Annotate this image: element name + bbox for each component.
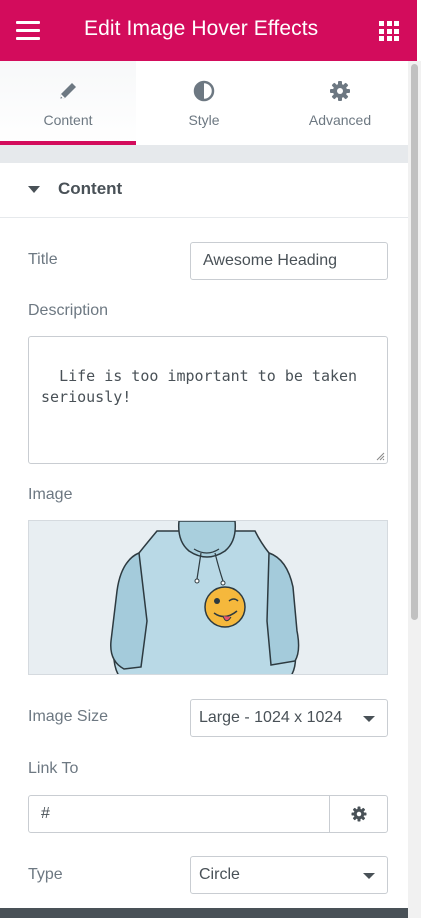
tab-label: Content bbox=[43, 112, 93, 128]
link-options-button[interactable] bbox=[329, 795, 388, 833]
grid-icon[interactable] bbox=[379, 21, 399, 41]
tab-label: Style bbox=[188, 112, 220, 128]
image-preview[interactable] bbox=[28, 520, 388, 675]
scrollbar[interactable] bbox=[408, 61, 421, 918]
chevron-down-icon bbox=[363, 873, 375, 879]
section-title: Content bbox=[58, 179, 123, 198]
resize-grip-icon[interactable] bbox=[376, 452, 385, 461]
gear-icon bbox=[351, 806, 367, 822]
scrollbar-thumb[interactable] bbox=[411, 64, 418, 620]
divider-band bbox=[0, 145, 408, 163]
footer-bar bbox=[0, 908, 408, 918]
type-label: Type bbox=[28, 866, 63, 883]
chevron-down-icon bbox=[363, 716, 375, 722]
tab-bar: Content Style Advanced bbox=[0, 61, 408, 145]
description-text: Life is too important to be taken seriou… bbox=[41, 367, 358, 406]
type-value: Circle bbox=[199, 866, 240, 883]
panel-header: Edit Image Hover Effects bbox=[0, 0, 417, 61]
tab-label: Advanced bbox=[308, 112, 372, 128]
image-size-select[interactable]: Large - 1024 x 1024 bbox=[190, 699, 388, 737]
title-label: Title bbox=[28, 251, 58, 268]
half-circle-icon bbox=[193, 80, 215, 102]
image-label: Image bbox=[28, 486, 73, 503]
section-toggle[interactable]: Content bbox=[0, 163, 408, 218]
link-to-label: Link To bbox=[28, 760, 79, 777]
image-size-value: Large - 1024 x 1024 bbox=[199, 709, 343, 726]
hamburger-icon[interactable] bbox=[16, 21, 40, 41]
description-textarea[interactable]: Life is too important to be taken seriou… bbox=[28, 336, 388, 464]
title-input[interactable]: Awesome Heading bbox=[190, 242, 388, 280]
panel-title: Edit Image Hover Effects bbox=[84, 17, 319, 40]
image-size-label: Image Size bbox=[28, 708, 109, 725]
hoodie-image bbox=[110, 521, 300, 674]
link-url-input[interactable]: # bbox=[28, 795, 330, 833]
gear-icon bbox=[330, 81, 350, 101]
description-label: Description bbox=[28, 302, 109, 319]
pencil-icon bbox=[60, 83, 76, 99]
tab-style[interactable]: Style bbox=[136, 61, 272, 145]
caret-down-icon bbox=[28, 186, 40, 193]
tab-content[interactable]: Content bbox=[0, 61, 136, 145]
tab-advanced[interactable]: Advanced bbox=[272, 61, 408, 145]
type-select[interactable]: Circle bbox=[190, 856, 388, 894]
